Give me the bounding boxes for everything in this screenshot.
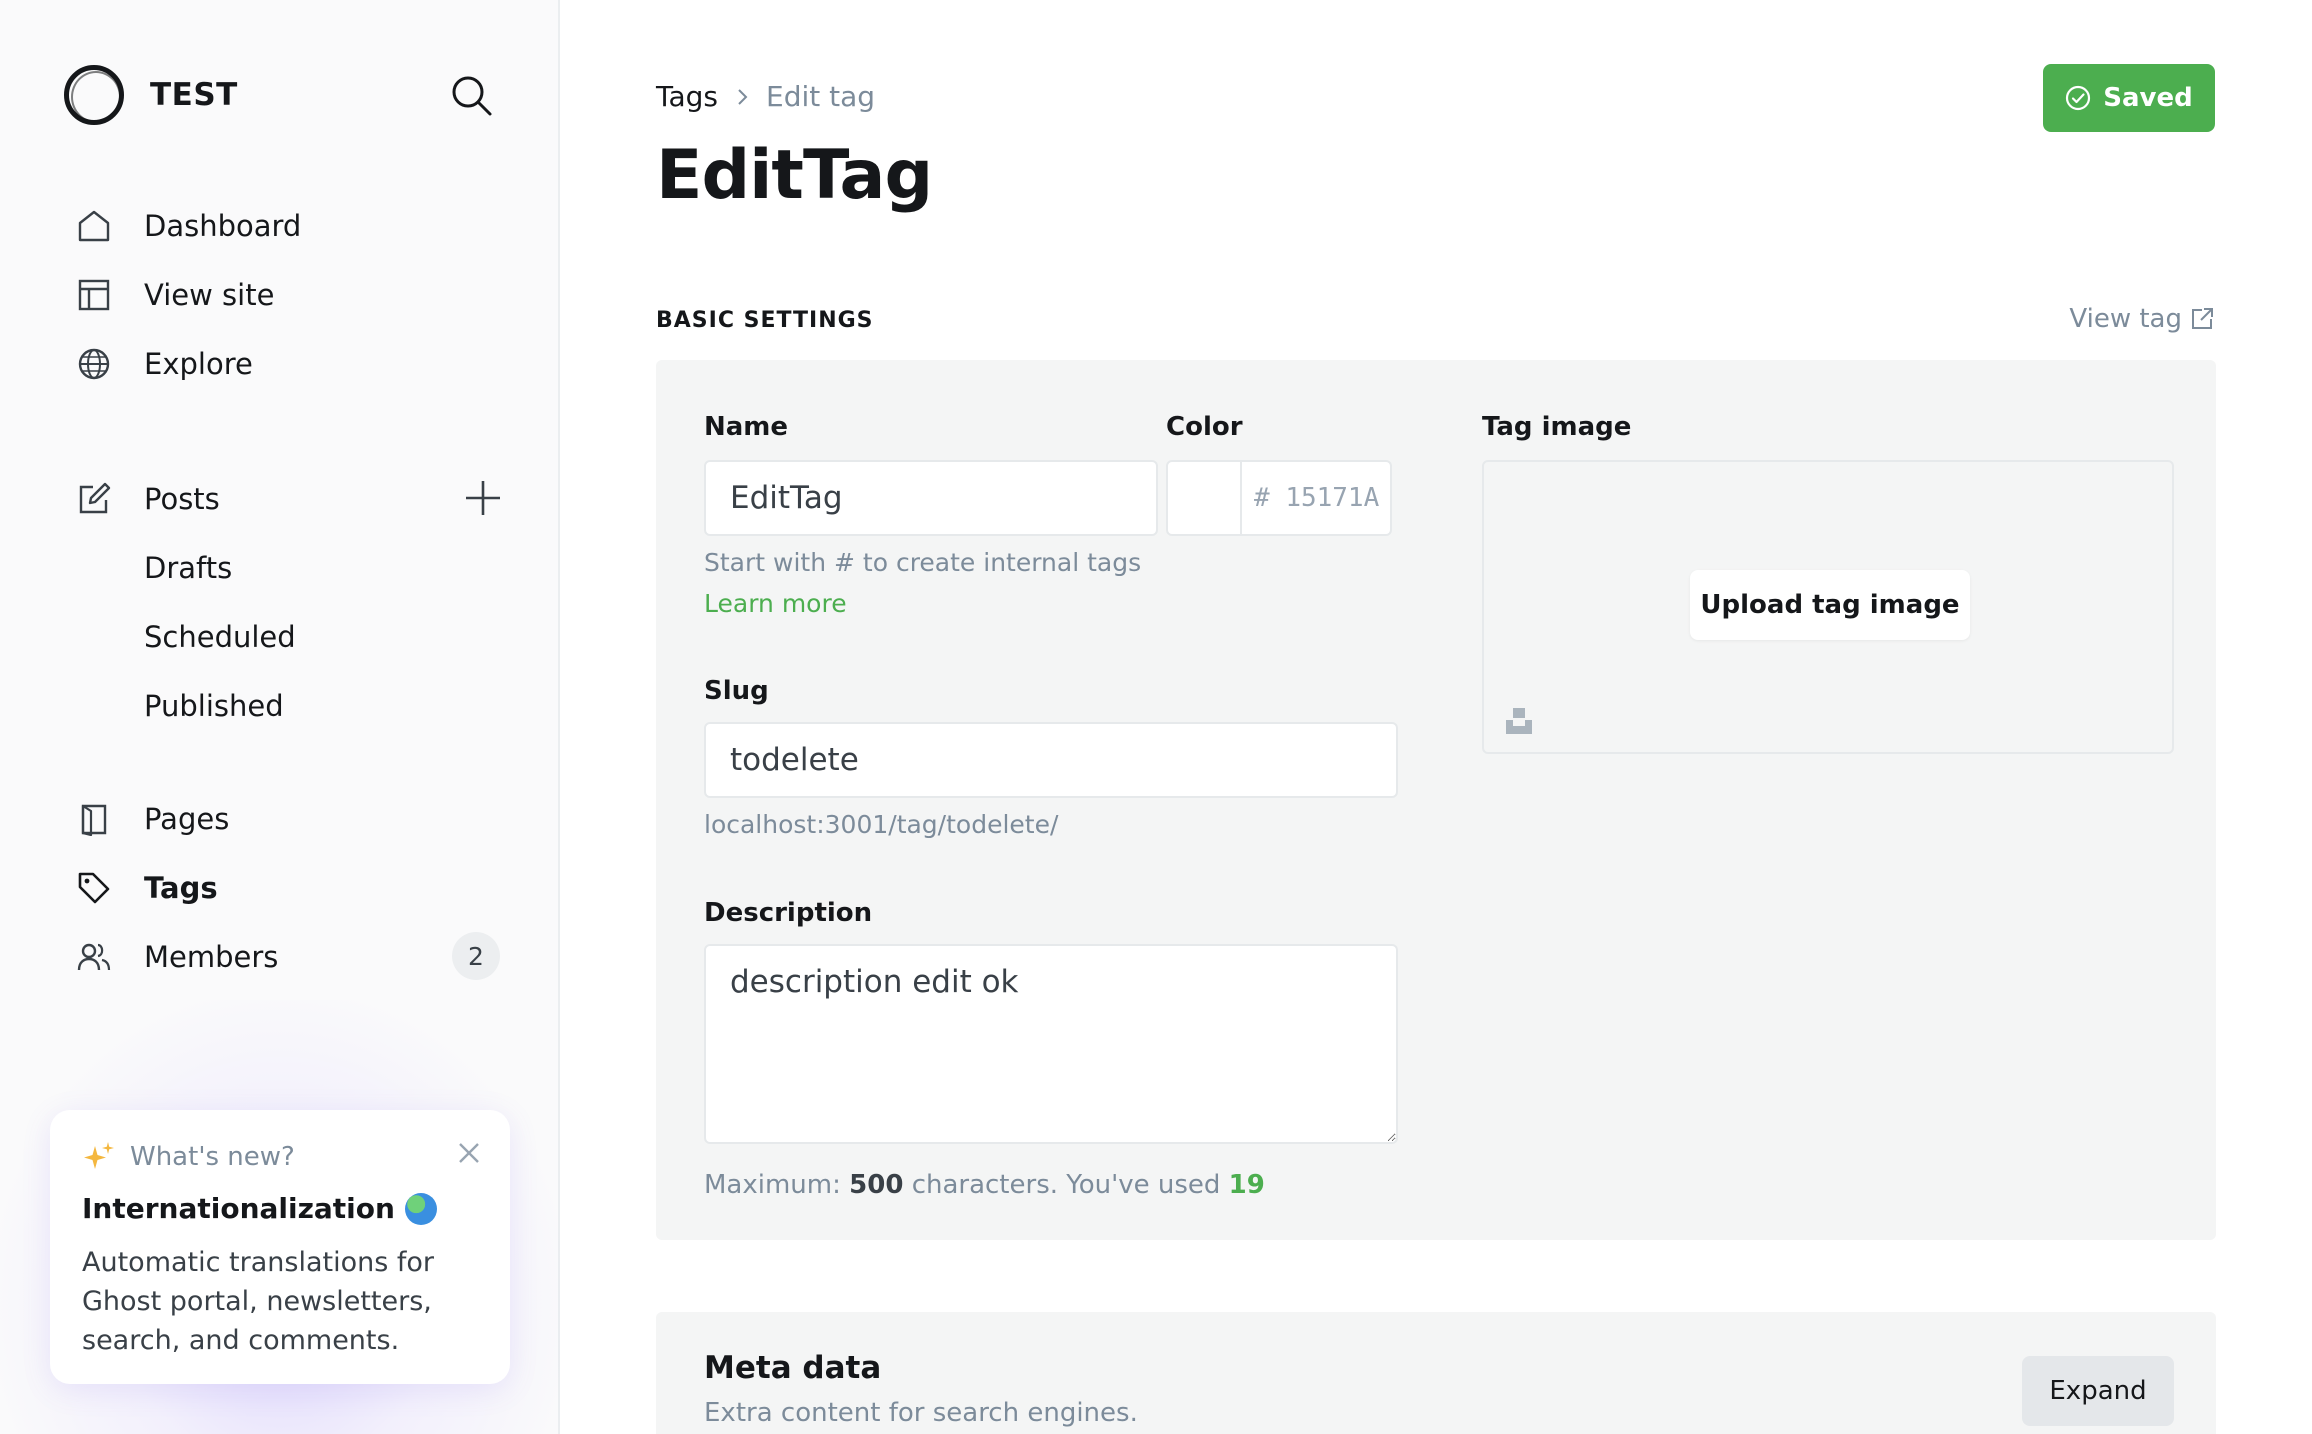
view-tag-link[interactable]: View tag <box>2069 304 2214 334</box>
nav-item-posts[interactable]: Posts <box>76 474 506 524</box>
slug-input[interactable]: todelete <box>704 722 1398 798</box>
name-input[interactable]: EditTag <box>704 460 1158 536</box>
nav-item-view-site[interactable]: View site <box>76 270 506 320</box>
whats-new-heading: What's new? <box>82 1140 478 1174</box>
counter-max: 500 <box>849 1170 904 1200</box>
breadcrumb-current: Edit tag <box>766 80 876 113</box>
nav-item-published[interactable]: Published <box>76 681 506 731</box>
nav-label: Tags <box>144 871 218 905</box>
whats-new-label: What's new? <box>130 1142 295 1172</box>
counter-used: 19 <box>1228 1170 1265 1200</box>
nav-label: Dashboard <box>144 209 302 243</box>
saved-button-label: Saved <box>2103 83 2193 113</box>
hash-prefix: # <box>1254 483 1270 513</box>
nav-label: Explore <box>144 347 253 381</box>
upload-tag-image-button[interactable]: Upload tag image <box>1690 570 1970 640</box>
nav-label: Scheduled <box>144 620 296 654</box>
learn-more-link[interactable]: Learn more <box>704 589 847 618</box>
brand-logo-icon <box>64 65 124 125</box>
brand-name: TEST <box>150 77 238 113</box>
name-label: Name <box>704 412 789 442</box>
tag-image-label: Tag image <box>1482 412 1632 442</box>
tag-image-dropzone[interactable]: Upload tag image <box>1482 460 2174 754</box>
nav-item-explore[interactable]: Explore <box>76 339 506 389</box>
chevron-right-icon <box>738 88 748 105</box>
edit-icon <box>76 481 112 517</box>
color-field: # 15171A <box>1166 460 1392 536</box>
slug-label: Slug <box>704 676 769 706</box>
nav-item-members[interactable]: Members 2 <box>76 932 506 982</box>
globe-icon <box>76 346 112 382</box>
breadcrumb: Tags Edit tag <box>656 80 875 113</box>
nav-label: Published <box>144 689 284 723</box>
section-title: BASIC SETTINGS <box>656 308 874 333</box>
color-hex-input[interactable]: # 15171A <box>1242 462 1379 534</box>
view-tag-label: View tag <box>2069 304 2182 334</box>
unsplash-icon[interactable] <box>1504 706 1534 736</box>
sparkle-icon <box>84 1142 114 1169</box>
color-placeholder: 15171A <box>1285 483 1380 513</box>
nav-item-scheduled[interactable]: Scheduled <box>76 612 506 662</box>
whats-new-body: Automatic translations for Ghost portal,… <box>82 1247 435 1356</box>
main-content: Tags Edit tag EditTag Saved BASIC SETTIN… <box>562 0 2312 1434</box>
whats-new-title: Internationalization <box>82 1192 478 1225</box>
name-hint: Start with # to create internal tags <box>704 548 1142 577</box>
counter-middle: characters. You've used <box>911 1170 1221 1200</box>
page-icon <box>76 801 112 837</box>
description-label: Description <box>704 898 873 928</box>
color-picker-swatch[interactable] <box>1168 462 1242 534</box>
close-button[interactable] <box>454 1138 484 1168</box>
nav-label: Members <box>144 940 279 974</box>
saved-button[interactable]: Saved <box>2043 64 2215 132</box>
color-label: Color <box>1166 412 1243 442</box>
meta-data-title: Meta data <box>704 1350 882 1386</box>
nav-item-dashboard[interactable]: Dashboard <box>76 201 506 251</box>
slug-url-preview: localhost:3001/tag/todelete/ <box>704 810 1059 839</box>
nav-label: Drafts <box>144 551 233 585</box>
layout-icon <box>76 277 112 313</box>
home-icon <box>76 208 112 244</box>
meta-data-panel: Meta data Extra content for search engin… <box>656 1312 2216 1434</box>
description-textarea[interactable]: description edit ok <box>704 944 1398 1144</box>
globe-emoji-icon <box>404 1192 437 1225</box>
app-root: TEST Dashboard View site Explore Posts D… <box>0 0 2312 1434</box>
breadcrumb-tags-link[interactable]: Tags <box>656 80 718 113</box>
brand[interactable]: TEST <box>64 64 238 126</box>
external-link-icon <box>2192 308 2213 329</box>
counter-prefix: Maximum: <box>704 1170 841 1200</box>
sidebar: TEST Dashboard View site Explore Posts D… <box>0 0 560 1434</box>
search-icon <box>452 76 492 116</box>
nav-item-pages[interactable]: Pages <box>76 794 506 844</box>
close-icon <box>459 1143 479 1163</box>
basic-settings-panel: Name EditTag Start with # to create inte… <box>656 360 2216 1240</box>
whats-new-title-text: Internationalization <box>82 1192 395 1225</box>
members-icon <box>76 939 112 975</box>
page-title: EditTag <box>656 136 933 215</box>
plus-icon <box>466 481 500 515</box>
search-button[interactable] <box>450 74 494 118</box>
expand-button[interactable]: Expand <box>2022 1356 2174 1426</box>
nav-label: View site <box>144 278 275 312</box>
description-counter: Maximum: 500 characters. You've used 19 <box>704 1170 1265 1200</box>
new-post-button[interactable] <box>460 475 506 521</box>
tag-icon <box>76 870 112 906</box>
nav-label: Posts <box>144 482 220 516</box>
check-circle-icon <box>2066 85 2091 111</box>
meta-data-subtitle: Extra content for search engines. <box>704 1398 1138 1428</box>
nav-item-tags[interactable]: Tags <box>76 863 506 913</box>
nav-label: Pages <box>144 802 230 836</box>
members-count-badge: 2 <box>452 932 500 980</box>
whats-new-card[interactable]: What's new? Internationalization Automat… <box>50 1110 510 1384</box>
nav-item-drafts[interactable]: Drafts <box>76 543 506 593</box>
